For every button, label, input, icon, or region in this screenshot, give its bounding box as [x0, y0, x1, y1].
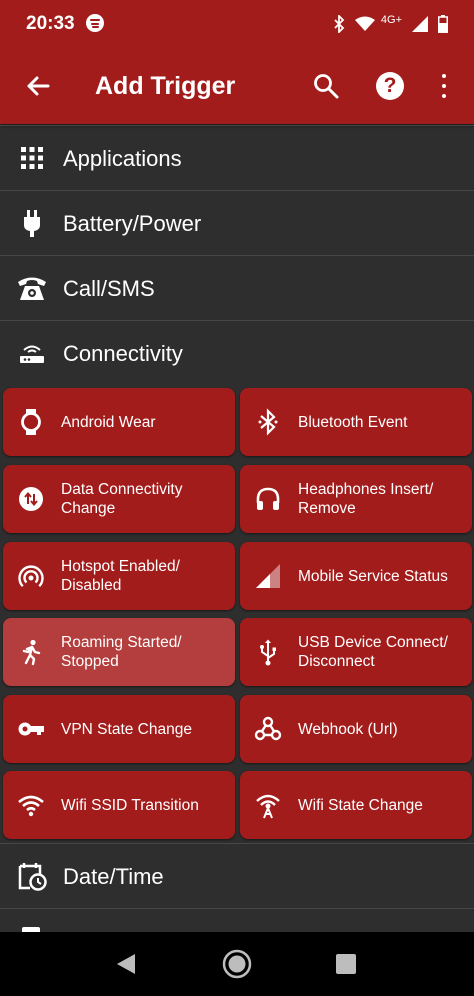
- nav-back-icon[interactable]: [115, 952, 137, 976]
- trigger-android-wear[interactable]: Android Wear: [3, 388, 235, 456]
- category-connectivity[interactable]: Connectivity: [0, 320, 474, 386]
- trigger-label: Roaming Started/ Stopped: [61, 634, 182, 670]
- trigger-label: Data Connectivity Change: [61, 481, 183, 517]
- watch-icon: [21, 409, 41, 435]
- power-plug-icon: [24, 210, 40, 237]
- category-applications[interactable]: Applications: [0, 125, 474, 191]
- category-label: Call/SMS: [63, 276, 155, 301]
- cell-signal-icon: [412, 16, 428, 32]
- category-call-sms[interactable]: Call/SMS: [0, 255, 474, 321]
- category-date-time[interactable]: Date/Time: [0, 843, 474, 909]
- category-label: Applications: [63, 146, 182, 171]
- headphones-icon: [256, 487, 280, 510]
- apps-grid-icon: [21, 147, 43, 169]
- calendar-clock-icon: [18, 863, 47, 891]
- help-icon[interactable]: ?: [376, 72, 404, 100]
- nav-recents-icon[interactable]: [336, 954, 356, 974]
- trigger-mobile-service-status[interactable]: Mobile Service Status: [240, 542, 472, 610]
- app-bar: Add Trigger ?: [0, 48, 474, 124]
- category-label: Battery/Power: [63, 211, 202, 236]
- status-bar: 20:33 4G+: [0, 0, 474, 48]
- data-swap-icon: [19, 487, 43, 511]
- running-person-icon: [22, 639, 41, 666]
- trigger-label: Bluetooth Event: [298, 413, 408, 431]
- bluetooth-icon: [258, 408, 278, 436]
- trigger-label: Wifi State Change: [298, 796, 423, 814]
- category-label: Connectivity: [63, 341, 183, 366]
- telephone-icon: [18, 277, 46, 300]
- trigger-label: VPN State Change: [61, 720, 192, 738]
- wifi-icon: [18, 795, 44, 817]
- nav-home-icon[interactable]: [221, 948, 253, 980]
- webhook-icon: [254, 716, 282, 741]
- trigger-webhook[interactable]: Webhook (Url): [240, 695, 472, 763]
- signal-icon: [256, 564, 280, 588]
- trigger-label: Headphones Insert/ Remove: [298, 481, 434, 517]
- trigger-hotspot[interactable]: Hotspot Enabled/ Disabled: [3, 542, 235, 610]
- trigger-headphones[interactable]: Headphones Insert/ Remove: [240, 465, 472, 533]
- search-icon[interactable]: [312, 72, 340, 100]
- battery-icon: [438, 15, 448, 33]
- status-time: 20:33: [26, 13, 75, 34]
- trigger-label: Hotspot Enabled/ Disabled: [61, 558, 180, 594]
- category-label: Date/Time: [63, 864, 164, 889]
- trigger-wifi-ssid-transition[interactable]: Wifi SSID Transition: [3, 771, 235, 839]
- trigger-label: Webhook (Url): [298, 720, 398, 738]
- trigger-label: Android Wear: [61, 413, 156, 431]
- trigger-roaming[interactable]: Roaming Started/ Stopped: [3, 618, 235, 686]
- category-next-partial[interactable]: [0, 908, 474, 933]
- trigger-label: USB Device Connect/ Disconnect: [298, 634, 448, 670]
- wifi-tower-icon: [256, 794, 280, 819]
- spotify-icon: [86, 14, 104, 32]
- category-battery-power[interactable]: Battery/Power: [0, 190, 474, 256]
- trigger-usb-device[interactable]: USB Device Connect/ Disconnect: [240, 618, 472, 686]
- trigger-vpn-state-change[interactable]: VPN State Change: [3, 695, 235, 763]
- trigger-label: Wifi SSID Transition: [61, 796, 199, 814]
- usb-icon: [260, 639, 276, 666]
- hotspot-icon: [18, 565, 44, 588]
- key-icon: [18, 722, 44, 736]
- router-icon: [20, 345, 44, 363]
- more-options-icon[interactable]: [436, 72, 452, 100]
- bluetooth-status-icon: [334, 15, 345, 33]
- trigger-bluetooth-event[interactable]: Bluetooth Event: [240, 388, 472, 456]
- page-title: Add Trigger: [95, 72, 236, 100]
- trigger-label: Mobile Service Status: [298, 567, 448, 585]
- trigger-data-connectivity-change[interactable]: Data Connectivity Change: [3, 465, 235, 533]
- wifi-status-icon: [354, 16, 375, 31]
- system-nav-bar: [0, 932, 474, 996]
- network-type-label: 4G+: [380, 14, 402, 26]
- back-arrow-icon[interactable]: [22, 70, 54, 102]
- trigger-wifi-state-change[interactable]: Wifi State Change: [240, 771, 472, 839]
